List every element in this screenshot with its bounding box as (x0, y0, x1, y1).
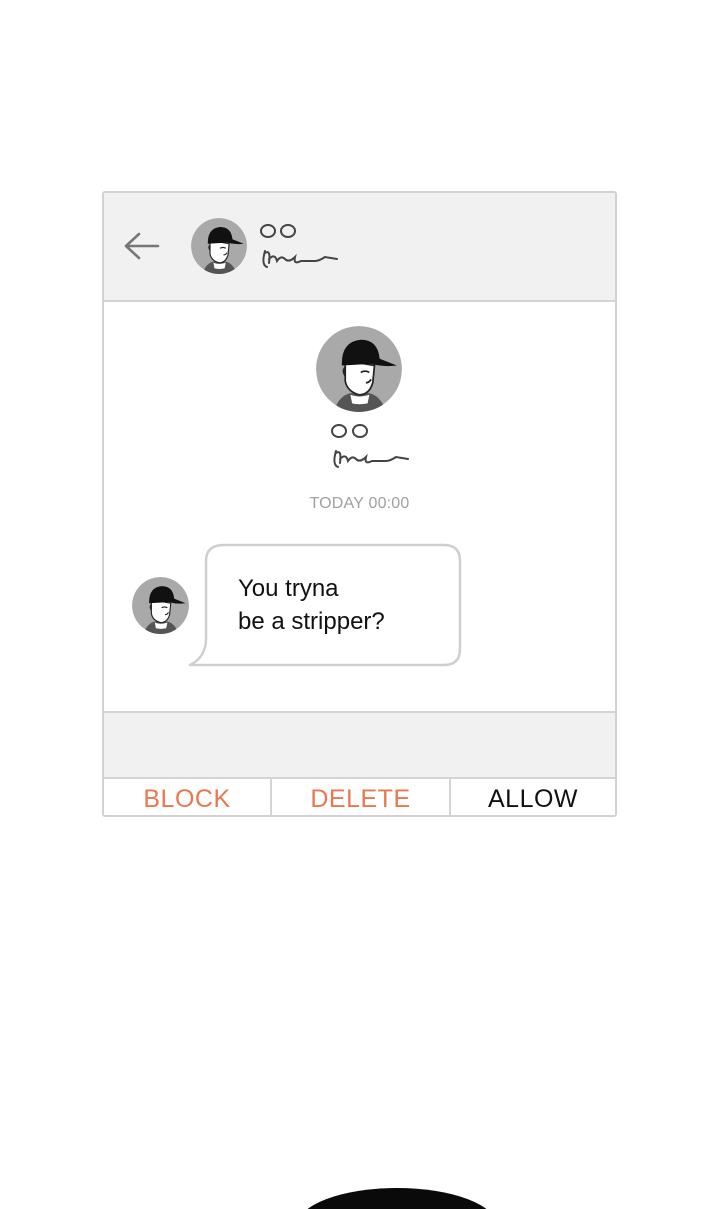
user-avatar-icon (316, 326, 402, 412)
message-input-area[interactable] (104, 711, 615, 779)
page: TODAY 00:00 You tryna be a stripper? BLO… (0, 0, 720, 1209)
chat-header (104, 193, 615, 302)
name-scribble (260, 224, 338, 268)
message-text: You tryna be a stripper? (238, 575, 385, 635)
profile-name (330, 417, 420, 475)
profile-avatar[interactable] (316, 326, 402, 412)
delete-button[interactable]: DELETE (272, 779, 451, 815)
user-avatar-icon (191, 218, 247, 274)
request-actions: BLOCK DELETE ALLOW (104, 779, 615, 815)
message-sender-avatar[interactable] (132, 577, 189, 634)
name-scribble (331, 424, 409, 468)
back-button[interactable] (122, 229, 162, 263)
contact-name (259, 217, 349, 277)
chat-timestamp: TODAY 00:00 (309, 495, 410, 512)
avatar[interactable] (191, 218, 247, 274)
allow-button[interactable]: ALLOW (451, 779, 615, 815)
block-button[interactable]: BLOCK (104, 779, 272, 815)
message-bubble[interactable]: You tryna be a stripper? (188, 541, 464, 669)
message-request-screen: TODAY 00:00 You tryna be a stripper? BLO… (102, 191, 617, 817)
arrow-left-icon (124, 232, 160, 260)
user-avatar-icon (132, 577, 189, 634)
bottom-dark-shape (307, 1188, 487, 1209)
